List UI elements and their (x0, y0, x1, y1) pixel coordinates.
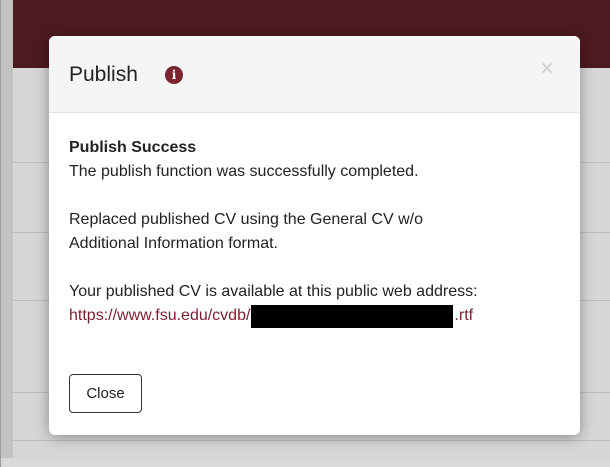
info-icon[interactable]: i (165, 66, 183, 84)
replaced-cv-text-line-1: Replaced published CV using the General … (69, 211, 423, 228)
publish-success-heading: Publish Success (69, 139, 197, 156)
public-address-text: Your published CV is available at this p… (69, 283, 478, 300)
publish-success-message: The publish function was successfully co… (69, 163, 419, 180)
published-cv-url-prefix[interactable]: https://www.fsu.edu/cvdb/ (69, 304, 250, 328)
modal-body: Publish Success The publish function was… (69, 136, 564, 328)
close-icon[interactable]: × (536, 57, 558, 81)
redaction-bar (251, 304, 454, 328)
close-button[interactable]: Close (69, 374, 142, 413)
modal-header: Publish i × (49, 36, 580, 113)
page-divider (13, 440, 610, 441)
published-cv-url-suffix[interactable]: .rtf (454, 304, 473, 328)
modal-title: Publish (69, 63, 138, 86)
published-cv-link[interactable]: https://www.fsu.edu/cvdb/ .rtf (69, 304, 564, 328)
publish-modal: Publish i × Publish Success The publish … (49, 36, 580, 435)
page-bottom-edge (1, 458, 610, 467)
replaced-cv-text-line-2: Additional Information format. (69, 235, 278, 252)
